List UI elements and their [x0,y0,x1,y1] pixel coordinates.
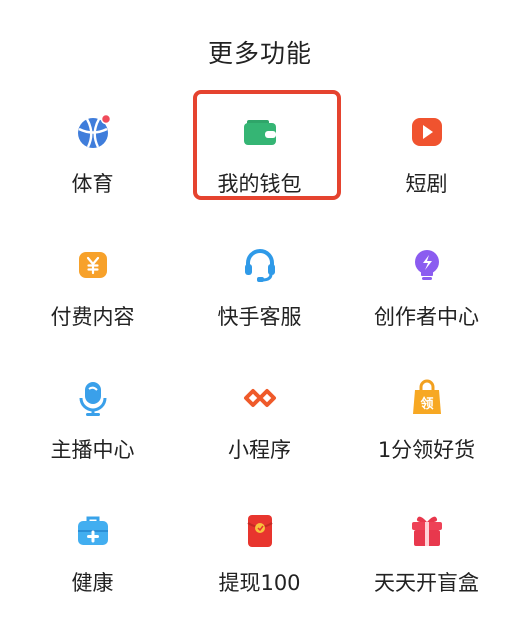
play-icon [407,112,447,152]
feature-item-streamer-center[interactable]: 主播中心 [9,366,176,499]
feature-item-blind-box[interactable]: 天天开盲盒 [343,499,510,632]
mini-program-icon [240,378,280,418]
feature-label: 付费内容 [50,305,135,329]
feature-label: 1分领好货 [377,438,476,462]
yen-icon [73,245,113,285]
feature-item-paid-content[interactable]: 付费内容 [9,233,176,366]
feature-label: 小程序 [228,438,291,462]
wallet-icon [240,112,280,152]
bulb-icon [407,245,447,285]
feature-label: 短剧 [405,172,448,196]
feature-label: 快手客服 [217,305,302,329]
medical-kit-icon [73,511,113,551]
feature-item-wallet[interactable]: 我的钱包 [176,100,343,233]
feature-label: 我的钱包 [217,172,302,196]
svg-text:领: 领 [420,396,433,412]
feature-item-creator-center[interactable]: 创作者中心 [343,233,510,366]
feature-label: 主播中心 [50,438,135,462]
feature-item-withdraw[interactable]: 提现100 [176,499,343,632]
feature-label: 体育 [71,172,114,196]
feature-item-customer-service[interactable]: 快手客服 [176,233,343,366]
gift-box-icon [407,511,447,551]
feature-grid: 体育 我的钱包 短剧 付费内容 快手客服 创作者中心 主播中心 小程序 领 1分… [9,90,510,632]
feature-label: 提现100 [218,571,301,595]
microphone-icon [73,378,113,418]
feature-item-mini-program[interactable]: 小程序 [176,366,343,499]
page-title: 更多功能 [207,39,312,68]
feature-item-health[interactable]: 健康 [9,499,176,632]
feature-label: 天天开盲盒 [374,571,479,595]
feature-item-sports[interactable]: 体育 [9,100,176,233]
red-envelope-icon [240,511,280,551]
feature-label: 健康 [71,571,114,595]
shopping-bag-icon: 领 [407,378,447,418]
feature-label: 创作者中心 [374,305,479,329]
basketball-icon [73,112,113,152]
headset-icon [240,245,280,285]
feature-item-one-cent-goods[interactable]: 领 1分领好货 [343,366,510,499]
feature-item-short-drama[interactable]: 短剧 [343,100,510,233]
